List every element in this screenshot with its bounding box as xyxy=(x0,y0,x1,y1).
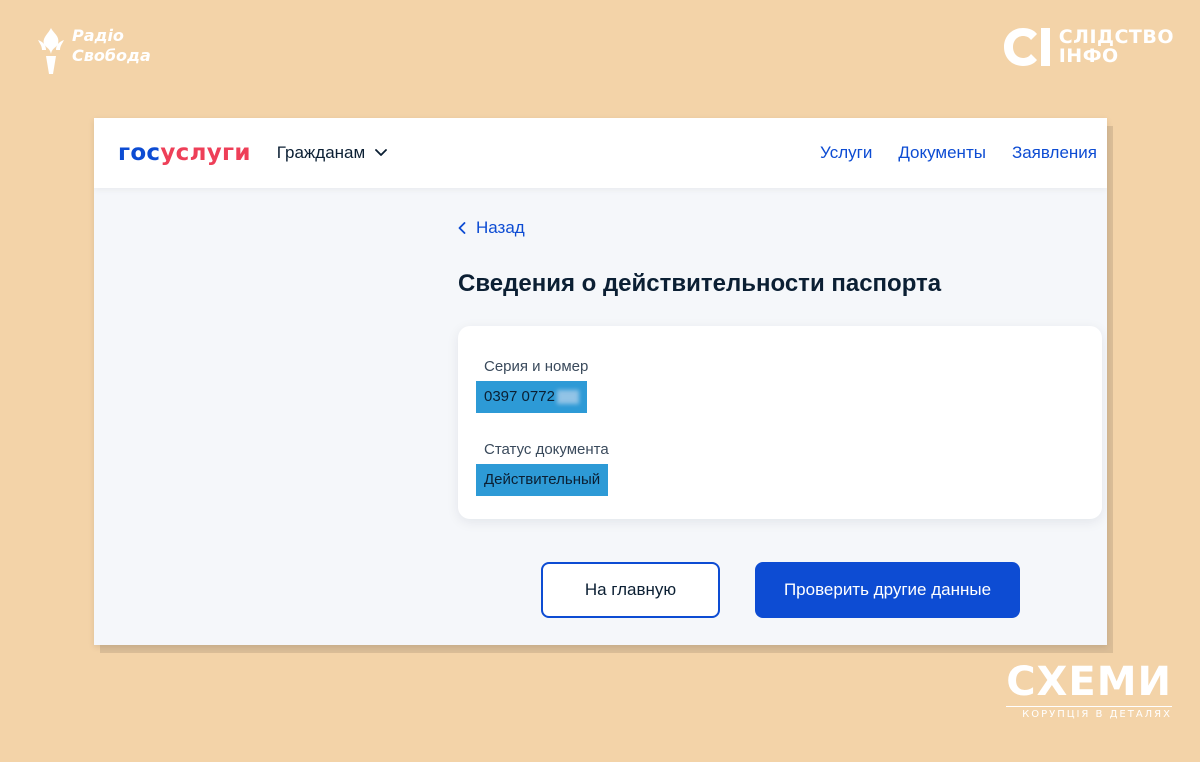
chevron-down-icon xyxy=(375,149,388,156)
radio-line2: Свобода xyxy=(72,46,151,65)
nav-link-documents[interactable]: Документы xyxy=(898,143,986,163)
series-value: 0397 0772 xyxy=(484,388,555,405)
back-label: Назад xyxy=(476,218,525,237)
series-label: Серия и номер xyxy=(484,358,589,375)
gosuslugi-screenshot: госуслуги Гражданам Услуги Документы Зая… xyxy=(94,118,1107,645)
gosuslugi-logo[interactable]: госуслуги xyxy=(118,140,251,166)
chevron-left-icon xyxy=(458,222,466,234)
si-logo-icon xyxy=(1003,28,1050,66)
logo-part-gos: гос xyxy=(118,140,161,166)
nav-link-applications[interactable]: Заявления xyxy=(1012,143,1097,163)
stage: Радіо Свобода СЛІДСТВО ІНФО СХЕМИ КОРУПЦ… xyxy=(0,0,1200,762)
citizens-dropdown[interactable]: Гражданам xyxy=(276,143,388,163)
check-other-data-button[interactable]: Проверить другие данные xyxy=(755,562,1020,618)
schemes-title: СХЕМИ xyxy=(1006,659,1172,705)
schemes-watermark: СХЕМИ КОРУПЦІЯ В ДЕТАЛЯХ xyxy=(1006,660,1172,720)
header: госуслуги Гражданам Услуги Документы Зая… xyxy=(94,118,1107,188)
citizens-dropdown-label: Гражданам xyxy=(276,143,366,162)
top-nav: Услуги Документы Заявления xyxy=(820,143,1097,163)
redacted-digits xyxy=(556,390,579,405)
status-label: Статус документа xyxy=(484,441,609,458)
slidstvo-line2: ІНФО xyxy=(1058,45,1119,67)
status-value: Действительный xyxy=(484,471,601,488)
radio-svoboda-watermark: Радіо Свобода xyxy=(34,26,151,76)
passport-info-card: Серия и номер 0397 0772 Статус документа… xyxy=(458,326,1102,519)
nav-link-services[interactable]: Услуги xyxy=(820,143,872,163)
schemes-subtitle: КОРУПЦІЯ В ДЕТАЛЯХ xyxy=(1006,706,1172,720)
status-value-highlight: Действительный xyxy=(476,464,609,496)
slidstvo-info-watermark: СЛІДСТВО ІНФО xyxy=(1001,26,1174,68)
torch-icon xyxy=(38,28,64,74)
page-title: Сведения о действительности паспорта xyxy=(458,270,942,297)
logo-part-uslugi: услуги xyxy=(160,140,251,166)
radio-line1: Радіо xyxy=(72,26,124,45)
back-link[interactable]: Назад xyxy=(458,218,525,238)
home-button[interactable]: На главную xyxy=(541,562,720,618)
series-value-highlight: 0397 0772 xyxy=(476,381,587,413)
